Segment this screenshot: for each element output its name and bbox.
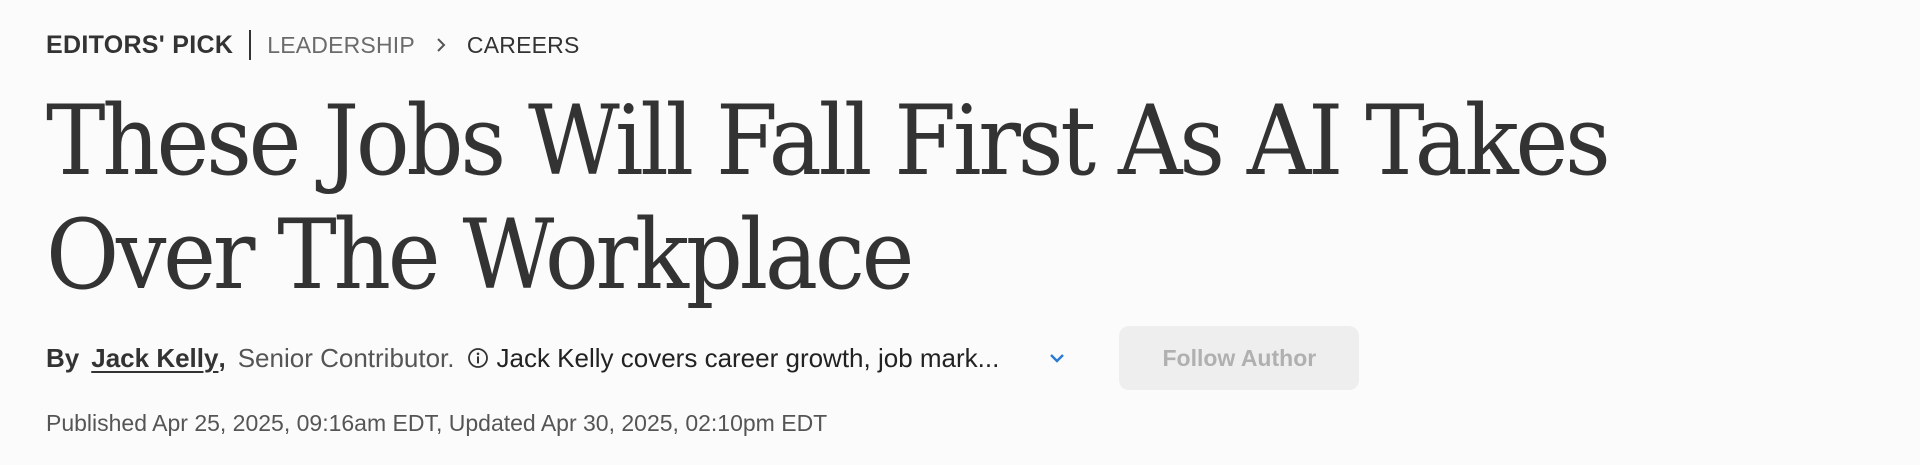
byline-comma: , <box>218 342 226 373</box>
info-icon <box>467 347 489 369</box>
breadcrumb-divider <box>249 30 252 60</box>
chevron-right-icon <box>433 37 449 53</box>
author-name-link[interactable]: Jack Kelly <box>91 343 218 374</box>
breadcrumb-careers-link[interactable]: CAREERS <box>467 32 580 59</box>
author-title: Senior Contributor. <box>237 342 455 373</box>
byline-by-label: By <box>46 342 80 373</box>
author-bio-snippet: Jack Kelly covers career growth, job mar… <box>496 342 1000 373</box>
publish-dates: Published Apr 25, 2025, 09:16am EDT, Upd… <box>46 410 828 436</box>
byline: By Jack Kelly , Senior Contributor. Jack… <box>46 326 1360 390</box>
chevron-down-icon[interactable] <box>1047 348 1067 368</box>
breadcrumb: EDITORS' PICK LEADERSHIP CAREERS <box>46 27 580 63</box>
breadcrumb-leadership-link[interactable]: LEADERSHIP <box>267 32 415 59</box>
article-headline: These Jobs Will Fall First As AI Takes O… <box>46 85 1611 311</box>
follow-author-button[interactable]: Follow Author <box>1119 326 1360 390</box>
editors-pick-label: EDITORS' PICK <box>46 30 234 59</box>
